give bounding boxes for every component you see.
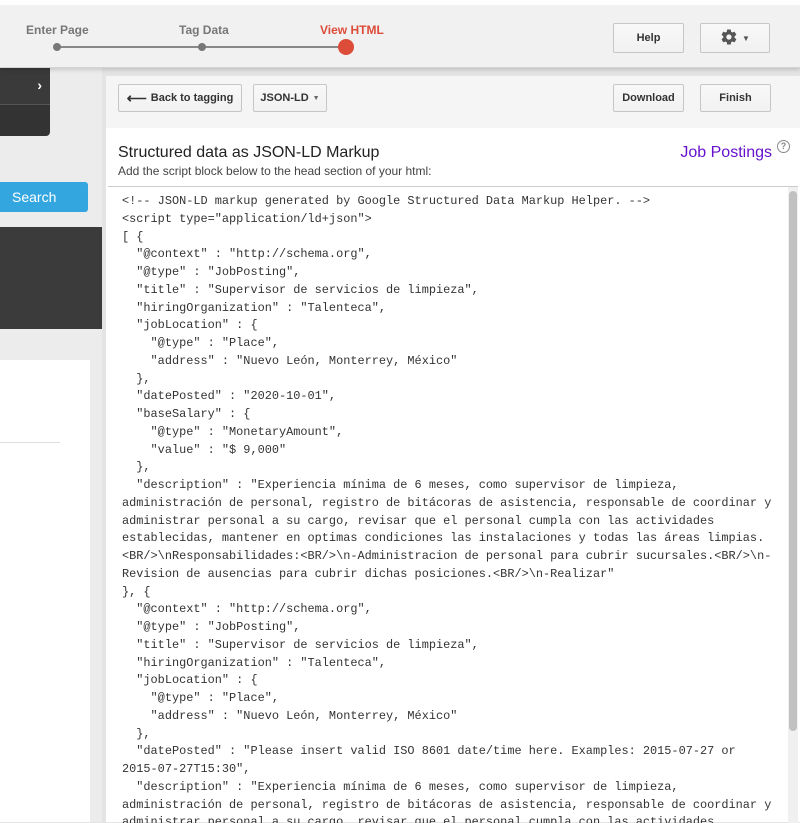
code-line: "address" : "Nuevo León, Monterrey, Méxi… xyxy=(122,708,458,723)
code-line: administración de personal, registro de … xyxy=(122,797,772,812)
step-view-html[interactable]: View HTML xyxy=(320,23,384,37)
finish-button[interactable]: Finish xyxy=(700,84,771,112)
job-postings-link[interactable]: Job Postings xyxy=(680,144,772,162)
code-line: "description" : "Experiencia mínima de 6… xyxy=(122,779,679,794)
json-ld-code[interactable]: <!-- JSON-LD markup generated by Google … xyxy=(108,187,798,823)
code-line: administración de personal, registro de … xyxy=(122,495,772,510)
back-label: Back to tagging xyxy=(150,92,234,104)
code-line: }, xyxy=(122,726,151,741)
dark-nav-panel: › xyxy=(0,68,50,136)
code-line: administrar personal a su cargo, revisar… xyxy=(122,513,715,528)
code-line: "@context" : "http://schema.org", xyxy=(122,602,372,617)
nav-row[interactable]: › xyxy=(0,68,50,105)
top-bar: Enter Page Tag Data View HTML Help ▼ xyxy=(0,0,800,68)
code-line: "@context" : "http://schema.org", xyxy=(122,247,372,262)
code-line: }, xyxy=(122,371,151,386)
settings-button[interactable]: ▼ xyxy=(700,23,770,53)
code-line: "@type" : "JobPosting", xyxy=(122,620,301,634)
code-line: "@type" : "MonetaryAmount", xyxy=(122,424,344,439)
white-content-block xyxy=(0,360,90,822)
gear-icon xyxy=(720,28,738,49)
divider xyxy=(0,442,60,443)
code-line: "datePosted" : "2020-10-01", xyxy=(122,389,337,404)
format-label: JSON-LD xyxy=(260,92,309,104)
code-line: "@type" : "JobPosting", xyxy=(122,265,301,279)
step-enter-page[interactable]: Enter Page xyxy=(26,23,89,37)
code-line: "jobLocation" : { xyxy=(122,673,258,688)
code-line: "title" : "Supervisor de servicios de li… xyxy=(122,282,479,297)
code-line: "description" : "Experiencia mínima de 6… xyxy=(122,478,679,492)
code-line: establecidas, mantener en optimas condic… xyxy=(122,531,765,546)
main-panel: ⟵ Back to tagging JSON-LD ▼ Download Fin… xyxy=(106,76,800,823)
format-select[interactable]: JSON-LD ▼ xyxy=(253,84,327,112)
code-line: <script type="application/ld+json"> xyxy=(122,211,372,226)
code-line: <!-- JSON-LD markup generated by Google … xyxy=(122,194,651,208)
help-label: Help xyxy=(636,32,661,44)
step-dot-tag-data[interactable] xyxy=(198,43,206,51)
search-button[interactable]: Search xyxy=(0,182,88,212)
step-tag-data[interactable]: Tag Data xyxy=(179,23,229,37)
back-to-tagging-button[interactable]: ⟵ Back to tagging xyxy=(118,84,242,112)
page-title: Structured data as JSON-LD Markup xyxy=(118,144,380,161)
code-line: "@type" : "Place", xyxy=(122,336,279,350)
question-circle-icon[interactable]: ? xyxy=(777,140,790,153)
code-line: "@type" : "Place", xyxy=(122,691,279,705)
code-line: <BR/>\nResponsabilidades:<BR/>\n-Adminis… xyxy=(122,549,772,563)
scrollbar-thumb[interactable] xyxy=(789,191,797,731)
chevron-down-icon: ▼ xyxy=(312,94,320,102)
step-dot-enter-page[interactable] xyxy=(53,43,61,51)
code-line: [ { xyxy=(122,229,144,244)
code-line: }, { xyxy=(122,584,151,599)
code-line: "title" : "Supervisor de servicios de li… xyxy=(122,637,479,652)
download-label: Download xyxy=(622,92,675,104)
page-subtitle: Add the script block below to the head s… xyxy=(118,164,432,178)
window-strip xyxy=(0,0,800,5)
code-line: "hiringOrganization" : "Talenteca", xyxy=(122,300,387,315)
code-line: Revision de ausencias para cubrir dichas… xyxy=(122,566,615,581)
download-button[interactable]: Download xyxy=(613,84,684,112)
code-line: "jobLocation" : { xyxy=(122,318,258,333)
code-line: "value" : "$ 9,000" xyxy=(122,442,287,457)
toolbar: ⟵ Back to tagging JSON-LD ▼ Download Fin… xyxy=(106,76,800,128)
chevron-right-icon[interactable]: › xyxy=(37,77,42,93)
code-line: "datePosted" : "Please insert valid ISO … xyxy=(122,744,736,759)
arrow-left-icon: ⟵ xyxy=(126,89,147,106)
dark-content-block xyxy=(0,227,102,329)
finish-label: Finish xyxy=(719,92,752,104)
code-line: "baseSalary" : { xyxy=(122,407,251,421)
code-line: "hiringOrganization" : "Talenteca", xyxy=(122,655,387,670)
scrollbar[interactable] xyxy=(788,187,798,823)
code-output[interactable]: <!-- JSON-LD markup generated by Google … xyxy=(108,186,798,823)
code-line: "address" : "Nuevo León, Monterrey, Méxi… xyxy=(122,353,458,368)
code-line: 2015-07-27T15:30", xyxy=(122,762,251,776)
help-button[interactable]: Help xyxy=(613,23,684,53)
chevron-down-icon: ▼ xyxy=(742,33,750,43)
code-line: }, xyxy=(122,460,151,475)
step-dot-view-html[interactable] xyxy=(338,39,354,55)
